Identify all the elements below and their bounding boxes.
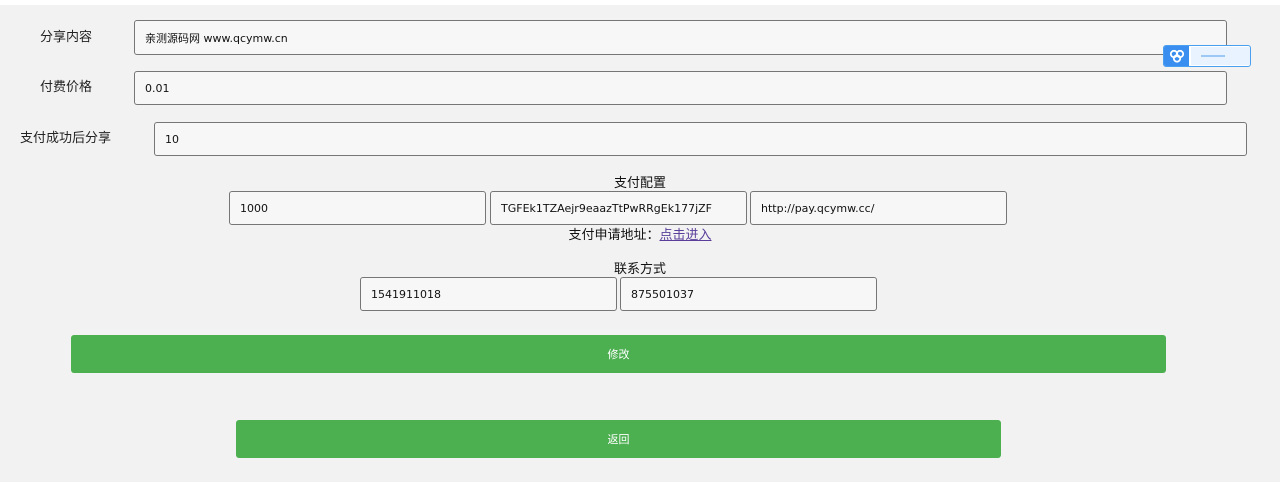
share-content-label: 分享内容 [40,30,93,45]
cloud-share-bar [1191,47,1250,65]
price-input[interactable]: 0.01 [134,71,1227,105]
apply-address-link[interactable]: 点击进入 [660,228,712,243]
price-label: 付费价格 [40,80,93,95]
merchant-id-input[interactable]: 1000 [229,191,486,225]
contact-field-2-value: 875501037 [631,287,694,301]
apply-address-text: 支付申请地址： [568,228,660,243]
modify-button[interactable]: 修改 [71,335,1166,373]
apply-address-line: 支付申请地址：点击进入 [518,228,762,244]
price-value: 0.01 [145,81,170,95]
share-content-value: 亲测源码网 www.qcymw.cn [145,31,288,45]
cloud-share-widget[interactable] [1163,45,1251,67]
contact-title: 联系方式 [613,262,666,277]
api-url-input[interactable]: http://pay.qcymw.cc/ [750,191,1007,225]
share-content-input[interactable]: 亲测源码网 www.qcymw.cn [134,20,1227,55]
merchant-key-input[interactable]: TGFEk1TZAejr9eaazTtPwRRgEk177jZF [490,191,747,225]
merchant-id-value: 1000 [240,201,268,215]
share-after-pay-label: 支付成功后分享 [20,131,112,146]
contact-field-1[interactable]: 1541911018 [360,277,617,311]
top-strip [0,0,1280,5]
merchant-key-value: TGFEk1TZAejr9eaazTtPwRRgEk177jZF [501,201,713,215]
modify-button-label: 修改 [607,348,630,361]
contact-field-2[interactable]: 875501037 [620,277,877,311]
api-url-value: http://pay.qcymw.cc/ [761,201,875,215]
payment-config-title: 支付配置 [613,176,666,191]
back-button-label: 返回 [607,433,630,446]
contact-field-1-value: 1541911018 [371,287,441,301]
back-button[interactable]: 返回 [236,420,1001,458]
share-after-pay-value: 10 [165,132,179,146]
cloud-share-icon [1164,46,1189,66]
share-after-pay-input[interactable]: 10 [154,122,1247,156]
